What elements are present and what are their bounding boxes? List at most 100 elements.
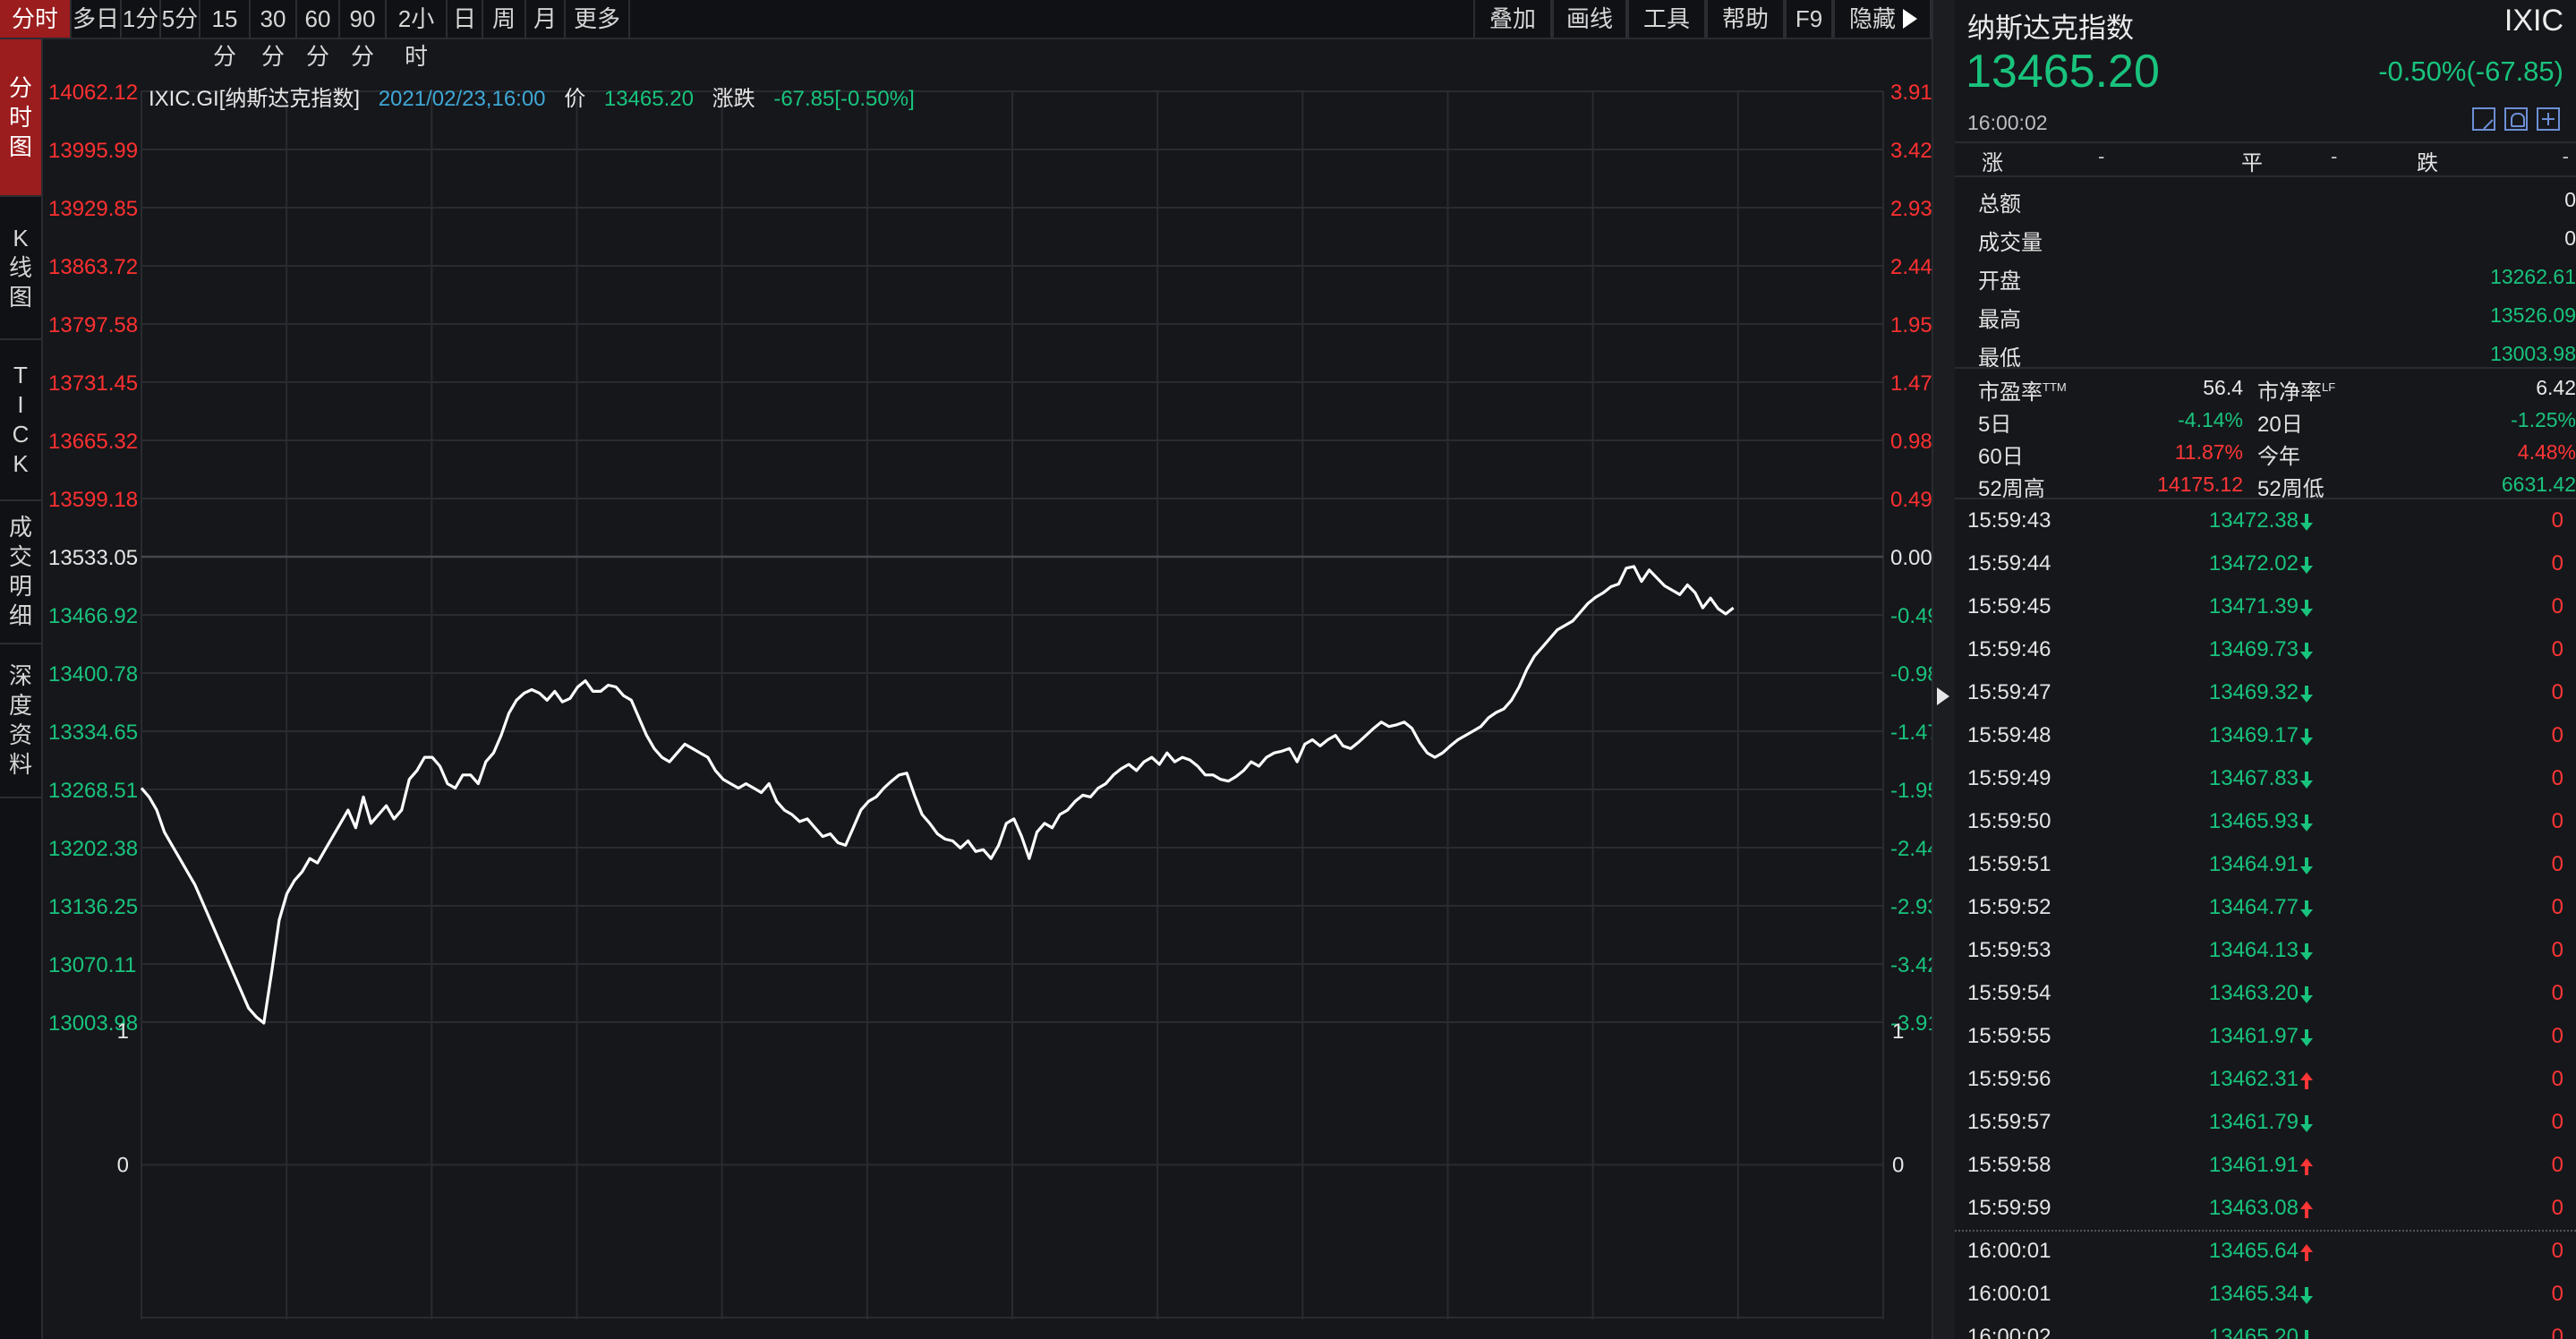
y-tick-right: 0.98% (1890, 430, 1932, 454)
y-tick-left: 13995.99 (48, 139, 138, 163)
tick-list[interactable]: 15:59:43 13472.38 0 15:59:44 13472.02 0 15:59:… (1955, 501, 2576, 1339)
view-tab-char: K (13, 450, 29, 477)
arrow-down-icon (2300, 514, 2313, 532)
intraday-chart-area[interactable]: 14062.12 3.91% 13995.99 3.42% 13929.85 2.93% 1… (43, 39, 1932, 1339)
y-tick-left: 13202.38 (48, 837, 138, 861)
ratio-label-sup: TTM (2043, 380, 2067, 394)
tick-row: 15:59:50 13465.93 0 (1955, 802, 2576, 845)
tick-price: 13472.02 (2208, 551, 2299, 576)
add-icon[interactable] (2537, 107, 2560, 131)
tick-volume: 0 (2551, 594, 2563, 618)
view-tab-char: 图 (8, 132, 32, 160)
arrow-head (2300, 652, 2313, 660)
ratio-label-sup: LF (2322, 380, 2336, 394)
tick-row: 15:59:55 13461.97 0 (1955, 1017, 2576, 1060)
tick-row: 15:59:48 13469.17 0 (1955, 716, 2576, 759)
view-tab-0[interactable]: 分时图 (0, 39, 41, 197)
view-tab-1[interactable]: K线图 (0, 197, 41, 340)
add-icon-glyph (2542, 113, 2555, 125)
tick-volume: 0 (2551, 1110, 2563, 1134)
price-line (140, 565, 1735, 1025)
chart-info-bar: IXIC.GI[纳斯达克指数] 2021/02/23,16:00 价 13465… (149, 84, 927, 115)
quote-change: -0.50%(-67.85) (2378, 55, 2563, 87)
edit-icon[interactable] (2472, 107, 2495, 131)
arrow-head (2300, 1072, 2313, 1080)
ratio-value: -4.14% (2178, 408, 2243, 431)
view-tab-char: 深 (8, 662, 32, 689)
y-tick-right: -1.47% (1890, 721, 1932, 745)
intraday-chart[interactable]: 14062.12 3.91% 13995.99 3.42% 13929.85 2.93% 1… (43, 39, 1932, 1339)
view-tab-2[interactable]: TICK (0, 340, 41, 501)
period-tab-2[interactable]: 1分 (122, 0, 161, 38)
arrow-down-icon (2300, 557, 2313, 575)
view-tab-char: 细 (8, 602, 32, 629)
y-tick-left: 13268.51 (48, 779, 138, 803)
edit-icon-glyph (2474, 110, 2494, 130)
tick-time: 15:59:54 (1967, 981, 2051, 1005)
arrow-down-icon (2300, 772, 2313, 789)
stat-value: 0 (2564, 188, 2576, 211)
y-tick-left: 13334.65 (48, 721, 138, 745)
y-tick-left: 13863.72 (48, 255, 138, 279)
tick-volume: 0 (2551, 852, 2563, 876)
period-tab-10[interactable]: 周 (483, 0, 526, 38)
ratio-label: 市盈率TTM (1978, 374, 2067, 405)
ratio-label-text: 市净率 (2257, 380, 2322, 405)
period-tab-8[interactable]: 2小时 (387, 0, 448, 70)
arrow-shaft (2305, 1079, 2308, 1089)
hide-arrow-icon[interactable] (1903, 9, 1917, 29)
period-tab-1[interactable]: 多日 (72, 0, 122, 38)
arrow-head (2300, 1124, 2313, 1132)
tick-price: 13465.20 (2208, 1325, 2299, 1339)
period-tab-0[interactable]: 分时 (0, 0, 72, 38)
quote-code: IXIC (2503, 4, 2563, 38)
chart-change-label: 涨跌 (712, 87, 755, 111)
period-tab-4[interactable]: 15分 (200, 0, 251, 70)
y-tick-right: -2.93% (1890, 895, 1932, 919)
arrow-head (2300, 1201, 2313, 1209)
y-tick-right: -0.98% (1890, 662, 1932, 687)
period-tab-7[interactable]: 90分 (340, 0, 387, 70)
ratio-label: 20日 (2257, 406, 2303, 438)
tick-volume: 0 (2551, 1024, 2563, 1048)
arrow-up-icon (2300, 1072, 2313, 1090)
panel-divider[interactable] (1932, 0, 1957, 1339)
tick-row: 16:00:01 13465.34 0 (1955, 1275, 2576, 1318)
view-tab-4[interactable]: 深度资料 (0, 644, 41, 798)
y-tick-left: 13136.25 (48, 895, 138, 919)
collapse-panel-arrow-icon[interactable] (1937, 687, 1949, 705)
y-tick-left: 13665.32 (48, 430, 138, 454)
arrow-shaft (2305, 1251, 2308, 1261)
view-tab-3[interactable]: 成交明细 (0, 501, 41, 644)
alert-bell-icon[interactable] (2504, 107, 2528, 131)
tick-price: 13461.79 (2208, 1110, 2299, 1134)
toolbar-btn-0[interactable]: 叠加 (1473, 0, 1552, 38)
tick-row: 15:59:53 13464.13 0 (1955, 931, 2576, 974)
period-tab-9[interactable]: 日 (448, 0, 483, 38)
tick-volume: 0 (2551, 766, 2563, 790)
tick-row: 15:59:45 13471.39 0 (1955, 587, 2576, 630)
ratio-row: 5日 -4.14% 20日 -1.25% (1955, 405, 2576, 437)
y-tick-right: 3.42% (1890, 139, 1932, 163)
toolbar-btn-2[interactable]: 工具 (1627, 0, 1706, 38)
arrow-up-icon (2300, 1158, 2313, 1176)
arrow-shaft (2305, 1165, 2308, 1175)
period-tab-11[interactable]: 月 (526, 0, 566, 38)
ratio-label: 市净率LF (2257, 374, 2335, 405)
tick-time: 15:59:59 (1967, 1196, 2051, 1220)
view-tab-char: C (12, 421, 30, 448)
toolbar-btn-3[interactable]: 帮助 (1706, 0, 1785, 38)
period-tab-3[interactable]: 5分 (161, 0, 200, 38)
tick-volume: 0 (2551, 508, 2563, 533)
y-tick-left: 13599.18 (48, 488, 138, 512)
tick-volume: 0 (2551, 1282, 2563, 1306)
toolbar-btn-4[interactable]: F9 (1785, 0, 1833, 38)
period-tab-5[interactable]: 30分 (251, 0, 297, 70)
period-tab-12[interactable]: 更多 (566, 0, 630, 38)
view-tab-char: K (13, 224, 29, 252)
y-tick-right: -2.44% (1890, 837, 1932, 861)
tick-time: 16:00:01 (1967, 1282, 2051, 1306)
period-tab-6[interactable]: 60分 (297, 0, 340, 70)
toolbar-btn-1[interactable]: 画线 (1552, 0, 1627, 38)
quote-time: 16:00:02 (1967, 111, 2048, 134)
